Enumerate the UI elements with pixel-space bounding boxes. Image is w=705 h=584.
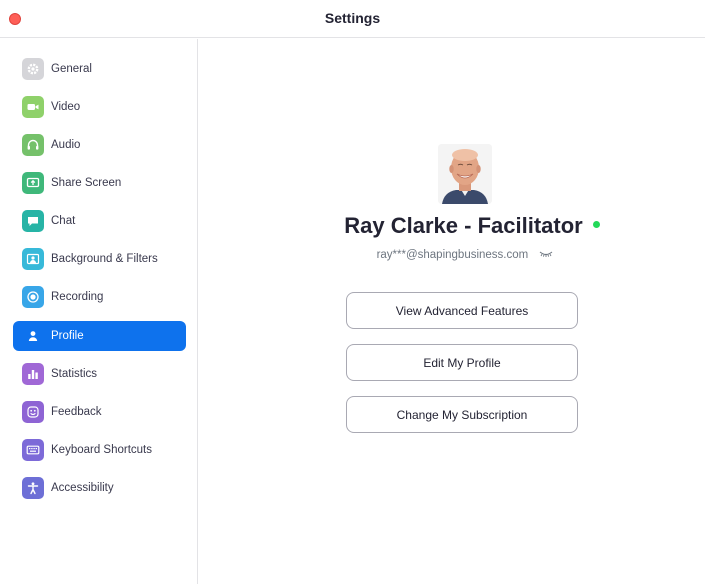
show-email-eye-icon[interactable]: [539, 249, 553, 261]
change-my-subscription-button[interactable]: Change My Subscription: [346, 396, 578, 433]
sidebar-item-profile[interactable]: Profile: [13, 321, 186, 351]
sidebar-item-label: General: [51, 63, 92, 75]
profile-name-row: Ray Clarke - Facilitator: [199, 213, 705, 239]
sidebar-item-general[interactable]: General: [13, 54, 186, 84]
edit-my-profile-button[interactable]: Edit My Profile: [346, 344, 578, 381]
sidebar-item-label: Statistics: [51, 368, 98, 380]
sidebar-item-label: Feedback: [51, 406, 102, 418]
sidebar-item-keyboard-shortcuts[interactable]: Keyboard Shortcuts: [13, 435, 186, 465]
chat-bubble-icon: [22, 210, 44, 232]
sidebar-item-background-filters[interactable]: Background & Filters: [13, 244, 186, 274]
avatar[interactable]: [438, 144, 492, 204]
share-screen-icon: [22, 172, 44, 194]
sidebar-item-label: Recording: [51, 291, 104, 303]
sidebar-item-label: Audio: [51, 139, 81, 151]
sidebar-item-video[interactable]: Video: [13, 92, 186, 122]
profile-email: ray***@shapingbusiness.com: [376, 249, 529, 262]
view-advanced-features-button[interactable]: View Advanced Features: [346, 292, 578, 329]
settings-sidebar: General Video Audio Share Screen Chat Ba…: [0, 39, 198, 584]
sidebar-item-label: Accessibility: [51, 482, 114, 494]
smiley-icon: [22, 401, 44, 423]
profile-panel: Ray Clarke - Facilitator ray***@shapingb…: [199, 39, 705, 584]
keyboard-icon: [22, 439, 44, 461]
bar-chart-icon: [22, 363, 44, 385]
sidebar-item-label: Keyboard Shortcuts: [51, 444, 153, 456]
sidebar-item-accessibility[interactable]: Accessibility: [13, 473, 186, 503]
profile-name: Ray Clarke - Facilitator: [344, 213, 583, 238]
avatar-photo: [438, 144, 492, 204]
sidebar-item-label: Profile: [51, 330, 84, 342]
gear-icon: [22, 58, 44, 80]
sidebar-item-chat[interactable]: Chat: [13, 206, 186, 236]
sidebar-item-label: Share Screen: [51, 177, 122, 189]
sidebar-item-label: Background & Filters: [51, 253, 158, 265]
sidebar-item-feedback[interactable]: Feedback: [13, 397, 186, 427]
headphones-icon: [22, 134, 44, 156]
window-title: Settings: [324, 10, 381, 26]
accessibility-icon: [22, 477, 44, 499]
record-icon: [22, 286, 44, 308]
sidebar-item-audio[interactable]: Audio: [13, 130, 186, 160]
background-icon: [22, 248, 44, 270]
sidebar-item-label: Chat: [51, 215, 76, 227]
profile-email-row: ray***@shapingbusiness.com: [199, 249, 705, 261]
video-camera-icon: [22, 96, 44, 118]
sidebar-item-share-screen[interactable]: Share Screen: [13, 168, 186, 198]
sidebar-item-statistics[interactable]: Statistics: [13, 359, 186, 389]
person-icon: [22, 325, 44, 347]
online-status-indicator: [592, 220, 600, 228]
sidebar-item-recording[interactable]: Recording: [13, 282, 186, 312]
sidebar-item-label: Video: [51, 101, 81, 113]
title-bar: Settings: [0, 0, 705, 38]
